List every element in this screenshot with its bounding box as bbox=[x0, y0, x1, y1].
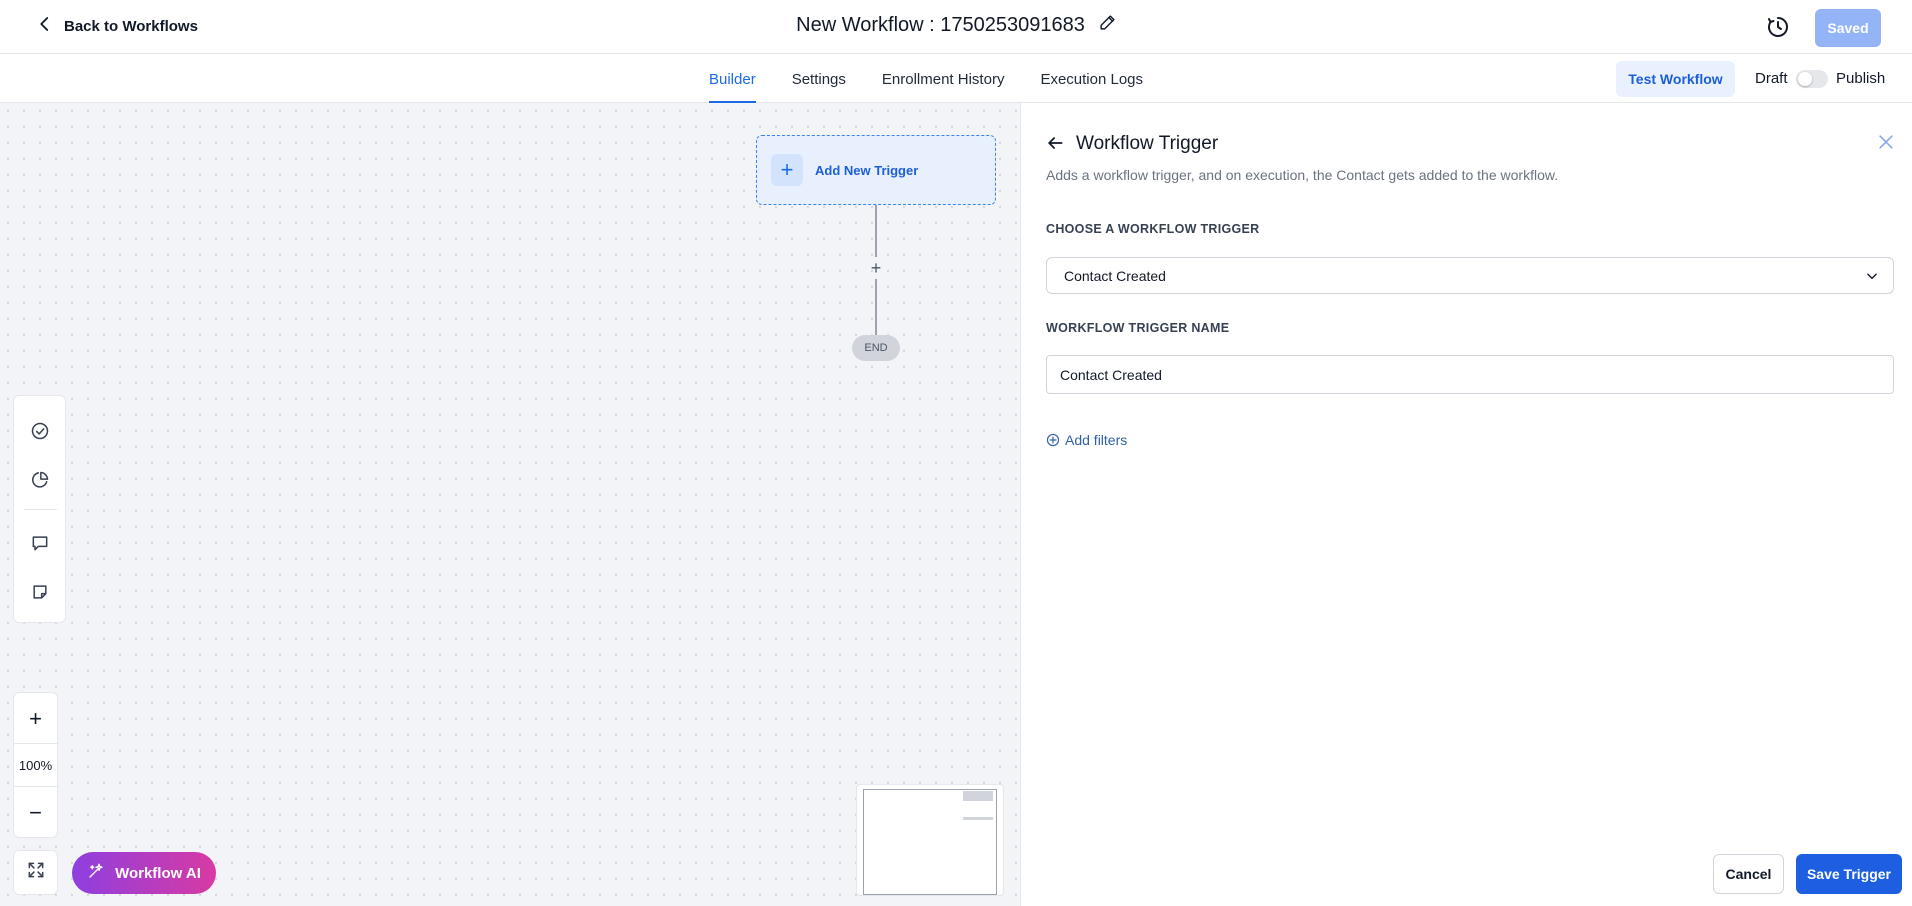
canvas-side-toolbar bbox=[13, 395, 66, 623]
close-icon[interactable] bbox=[1876, 132, 1896, 152]
trigger-select[interactable]: Contact Created bbox=[1046, 257, 1894, 294]
panel-description: Adds a workflow trigger, and on executio… bbox=[1046, 167, 1559, 183]
check-circle-icon[interactable] bbox=[14, 411, 65, 451]
zoom-in-button[interactable]: + bbox=[14, 697, 57, 741]
chevron-down-icon bbox=[1867, 273, 1877, 280]
zoom-controls: + 100% − bbox=[13, 692, 58, 838]
connector-line bbox=[875, 279, 877, 335]
trigger-panel: Workflow Trigger Adds a workflow trigger… bbox=[1020, 103, 1912, 906]
tab-enrollment-history[interactable]: Enrollment History bbox=[882, 54, 1005, 103]
trigger-select-value: Contact Created bbox=[1064, 267, 1166, 284]
workflow-title-group: New Workflow : 1750253091683 bbox=[796, 14, 1116, 37]
pie-chart-icon[interactable] bbox=[14, 460, 65, 500]
sparkle-icon bbox=[87, 862, 105, 884]
panel-title: Workflow Trigger bbox=[1076, 133, 1219, 154]
plus-circle-icon bbox=[1046, 433, 1060, 447]
toolbar-divider bbox=[24, 509, 57, 510]
back-to-workflows-link[interactable]: Back to Workflows bbox=[36, 15, 198, 37]
workflow-title: New Workflow : 1750253091683 bbox=[796, 14, 1085, 36]
tab-settings[interactable]: Settings bbox=[792, 54, 846, 103]
trigger-name-label: WORKFLOW TRIGGER NAME bbox=[1046, 321, 1230, 335]
add-step-button[interactable]: + bbox=[866, 258, 886, 278]
zoom-out-button[interactable]: − bbox=[14, 791, 57, 835]
publish-toggle[interactable] bbox=[1796, 70, 1828, 88]
workflow-canvas[interactable]: + Add New Trigger + END + 100% − Workflo… bbox=[0, 103, 1020, 906]
sticky-note-icon[interactable] bbox=[14, 572, 65, 612]
fit-view-button[interactable] bbox=[13, 850, 58, 895]
history-icon[interactable] bbox=[1766, 15, 1790, 39]
arrow-left-icon[interactable] bbox=[1045, 133, 1065, 153]
back-link-label: Back to Workflows bbox=[64, 17, 198, 35]
add-filters-link[interactable]: Add filters bbox=[1046, 432, 1127, 448]
canvas-minimap[interactable] bbox=[856, 784, 1004, 896]
chevron-left-icon bbox=[36, 15, 54, 37]
top-bar: Back to Workflows New Workflow : 1750253… bbox=[0, 0, 1912, 54]
pencil-icon[interactable] bbox=[1099, 14, 1116, 37]
workflow-ai-label: Workflow AI bbox=[115, 864, 201, 882]
cancel-button[interactable]: Cancel bbox=[1713, 854, 1784, 894]
end-node: END bbox=[852, 335, 900, 361]
tab-bar: Builder Settings Enrollment History Exec… bbox=[0, 54, 1912, 103]
plus-icon: + bbox=[771, 154, 803, 186]
comment-icon[interactable] bbox=[14, 523, 65, 563]
draft-label: Draft bbox=[1755, 70, 1788, 87]
save-trigger-button[interactable]: Save Trigger bbox=[1796, 854, 1902, 894]
workflow-title-wrapper: New Workflow : 1750253091683 bbox=[0, 14, 1912, 37]
expand-icon bbox=[26, 860, 46, 885]
add-new-trigger-label: Add New Trigger bbox=[815, 162, 919, 178]
tab-execution-logs[interactable]: Execution Logs bbox=[1040, 54, 1143, 103]
add-new-trigger-node[interactable]: + Add New Trigger bbox=[756, 135, 996, 205]
toggle-knob bbox=[1798, 72, 1812, 86]
minimap-viewport[interactable] bbox=[863, 789, 997, 895]
workflow-ai-button[interactable]: Workflow AI bbox=[72, 852, 216, 894]
tab-builder[interactable]: Builder bbox=[709, 54, 756, 103]
saved-button[interactable]: Saved bbox=[1815, 9, 1881, 47]
zoom-level: 100% bbox=[14, 743, 57, 787]
publish-label: Publish bbox=[1836, 70, 1886, 87]
tab-list: Builder Settings Enrollment History Exec… bbox=[709, 54, 1143, 103]
add-filters-label: Add filters bbox=[1065, 432, 1128, 448]
trigger-name-input[interactable] bbox=[1046, 355, 1894, 394]
choose-trigger-label: CHOOSE A WORKFLOW TRIGGER bbox=[1046, 222, 1260, 236]
minimap-trigger-node bbox=[963, 791, 993, 801]
connector-line bbox=[875, 205, 877, 257]
test-workflow-button[interactable]: Test Workflow bbox=[1616, 61, 1735, 97]
minimap-end-node bbox=[963, 817, 993, 820]
